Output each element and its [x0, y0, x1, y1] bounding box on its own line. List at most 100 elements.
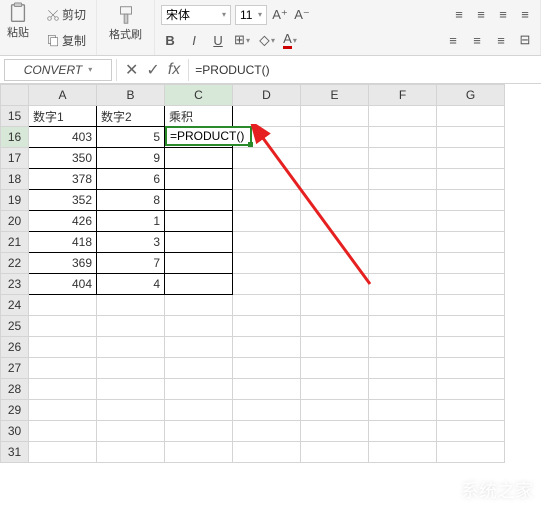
cell[interactable] — [233, 253, 301, 274]
fx-button[interactable]: fx — [168, 61, 180, 79]
align-top-button[interactable]: ≡ — [450, 6, 468, 24]
cell[interactable] — [233, 421, 301, 442]
cell[interactable] — [29, 400, 97, 421]
row-header[interactable]: 21 — [1, 232, 29, 253]
cell[interactable] — [233, 442, 301, 463]
row-header[interactable]: 17 — [1, 148, 29, 169]
cell[interactable] — [233, 400, 301, 421]
cell[interactable] — [437, 442, 505, 463]
increase-font-button[interactable]: A⁺ — [271, 6, 289, 24]
border-button[interactable]: ⊞▾ — [233, 31, 251, 49]
row-header[interactable]: 22 — [1, 253, 29, 274]
cell[interactable] — [97, 358, 165, 379]
cell[interactable] — [437, 316, 505, 337]
cell[interactable] — [301, 253, 369, 274]
align-bottom-button[interactable]: ≡ — [494, 6, 512, 24]
cell[interactable] — [437, 295, 505, 316]
cell[interactable] — [437, 274, 505, 295]
cell[interactable] — [165, 379, 233, 400]
row-header[interactable]: 28 — [1, 379, 29, 400]
cell[interactable] — [301, 421, 369, 442]
cell[interactable] — [301, 127, 369, 148]
cell[interactable] — [369, 316, 437, 337]
cell[interactable] — [97, 421, 165, 442]
cell-editor[interactable]: =PRODUCT() — [165, 126, 252, 146]
cell[interactable] — [437, 400, 505, 421]
cell[interactable] — [165, 190, 233, 211]
align-center-button[interactable]: ≡ — [468, 31, 486, 49]
cell[interactable] — [369, 232, 437, 253]
column-header[interactable]: F — [369, 85, 437, 106]
cell[interactable] — [369, 379, 437, 400]
column-header[interactable]: D — [233, 85, 301, 106]
cell[interactable] — [437, 169, 505, 190]
cancel-formula-button[interactable]: ✕ — [125, 60, 138, 80]
cell[interactable]: 403 — [29, 127, 97, 148]
row-header[interactable]: 15 — [1, 106, 29, 127]
cell[interactable] — [369, 358, 437, 379]
cell[interactable] — [437, 106, 505, 127]
cell[interactable] — [301, 106, 369, 127]
cell[interactable]: 数字2 — [97, 106, 165, 127]
column-header[interactable]: A — [29, 85, 97, 106]
cell[interactable] — [97, 337, 165, 358]
cell[interactable] — [29, 379, 97, 400]
cell[interactable] — [165, 316, 233, 337]
row-header[interactable]: 29 — [1, 400, 29, 421]
cell[interactable]: 5 — [97, 127, 165, 148]
formula-input[interactable]: =PRODUCT() — [189, 59, 541, 81]
cell[interactable] — [437, 148, 505, 169]
cell[interactable] — [233, 379, 301, 400]
merge-button[interactable]: ⊟ — [516, 31, 534, 49]
cell[interactable] — [437, 379, 505, 400]
cell[interactable] — [233, 148, 301, 169]
cell[interactable] — [301, 274, 369, 295]
row-header[interactable]: 19 — [1, 190, 29, 211]
cell[interactable] — [233, 106, 301, 127]
cell[interactable] — [165, 442, 233, 463]
cell[interactable] — [437, 127, 505, 148]
cell[interactable] — [437, 358, 505, 379]
cell[interactable] — [437, 232, 505, 253]
cell[interactable] — [97, 379, 165, 400]
cell[interactable] — [233, 316, 301, 337]
italic-button[interactable]: I — [185, 31, 203, 49]
row-header[interactable]: 18 — [1, 169, 29, 190]
cell[interactable] — [301, 211, 369, 232]
row-header[interactable]: 24 — [1, 295, 29, 316]
cell[interactable]: 369 — [29, 253, 97, 274]
cell[interactable]: 3 — [97, 232, 165, 253]
cell[interactable] — [369, 253, 437, 274]
row-header[interactable]: 25 — [1, 316, 29, 337]
cell[interactable] — [165, 232, 233, 253]
align-middle-button[interactable]: ≡ — [472, 6, 490, 24]
cell[interactable] — [29, 442, 97, 463]
cell[interactable] — [437, 253, 505, 274]
cell[interactable]: 350 — [29, 148, 97, 169]
cell[interactable] — [301, 295, 369, 316]
cell[interactable]: 6 — [97, 169, 165, 190]
cell[interactable] — [97, 400, 165, 421]
cell[interactable] — [301, 169, 369, 190]
cell[interactable] — [437, 190, 505, 211]
cell[interactable] — [369, 442, 437, 463]
cell[interactable] — [233, 211, 301, 232]
cell[interactable] — [165, 421, 233, 442]
bold-button[interactable]: B — [161, 31, 179, 49]
cell[interactable] — [369, 400, 437, 421]
cell[interactable] — [369, 190, 437, 211]
cell[interactable] — [97, 316, 165, 337]
cell[interactable] — [233, 295, 301, 316]
cell[interactable]: 1 — [97, 211, 165, 232]
cell[interactable]: 9 — [97, 148, 165, 169]
row-header[interactable]: 20 — [1, 211, 29, 232]
cell[interactable]: 426 — [29, 211, 97, 232]
select-all-corner[interactable] — [1, 85, 29, 106]
cell[interactable] — [165, 169, 233, 190]
font-name-select[interactable]: 宋体▾ — [161, 5, 231, 25]
cell[interactable] — [29, 358, 97, 379]
cell[interactable]: 418 — [29, 232, 97, 253]
cell[interactable]: 378 — [29, 169, 97, 190]
fill-color-button[interactable]: ▾ — [257, 31, 275, 49]
cell[interactable]: 乘积 — [165, 106, 233, 127]
